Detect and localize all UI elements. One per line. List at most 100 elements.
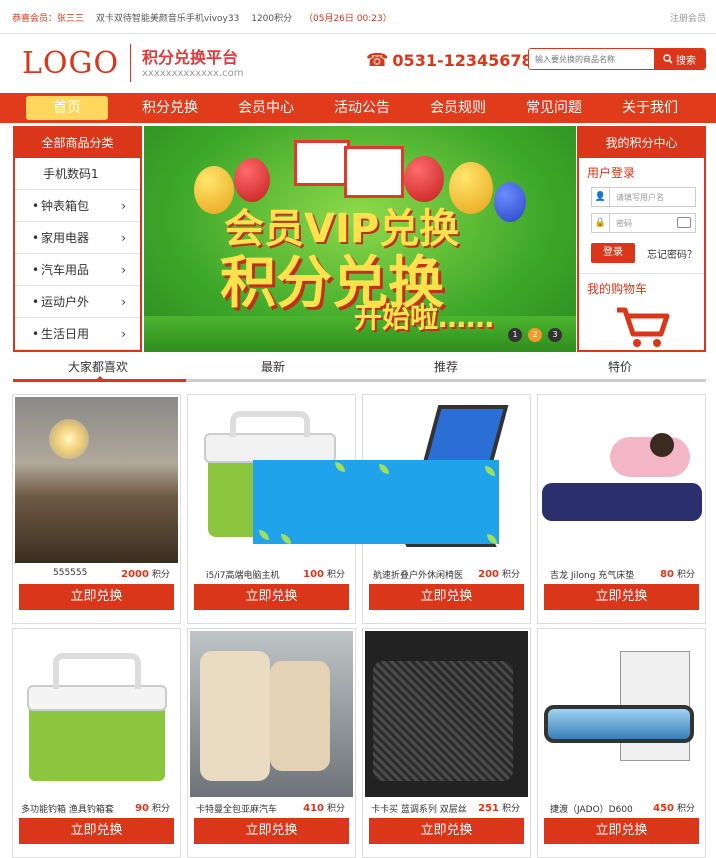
member-panel: 我的积分中心 用户登录 👤 请填写用户名 🔒 密码 登录 忘记密码？ 我的购物车	[577, 126, 706, 352]
tab-special[interactable]: 特价	[608, 358, 632, 375]
password-field[interactable]: 🔒 密码	[591, 213, 696, 233]
top-bar: 恭喜会员：张三三 双卡双待智能美颜音乐手机vivoy33 1200积分 （05月…	[0, 0, 716, 34]
site-domain: xxxxxxxxxxxxx.com	[142, 68, 244, 79]
latest-exchange-points: 1200积分	[251, 14, 293, 24]
product-image[interactable]	[365, 631, 528, 797]
exchange-button[interactable]: 立即兑换	[544, 584, 699, 610]
phone-icon: ☎	[366, 50, 389, 71]
exchange-button[interactable]: 立即兑换	[194, 584, 349, 610]
product-points: 100 积分	[303, 569, 345, 580]
nav-member-rules[interactable]: 会员规则	[410, 93, 506, 123]
product-name[interactable]: 卡卡买 蓝调系列 双层丝	[371, 802, 479, 815]
search-input[interactable]	[529, 49, 654, 69]
product-card[interactable]: 捷渡（JADO）D600 450 积分 立即兑换	[537, 628, 706, 858]
category-item[interactable]: • 钟表箱包 ›	[15, 190, 140, 222]
exchange-button[interactable]: 立即兑换	[369, 584, 524, 610]
product-points: 80 积分	[660, 569, 695, 580]
floating-ad-overlay[interactable]	[253, 460, 499, 544]
product-name[interactable]: 捷渡（JADO）D600	[550, 802, 658, 815]
tab-newest[interactable]: 最新	[261, 358, 285, 375]
chevron-right-icon: ›	[121, 231, 126, 245]
category-title: 全部商品分类	[15, 128, 140, 158]
username-field[interactable]: 👤 请填写用户名	[591, 187, 696, 207]
nav-announcements[interactable]: 活动公告	[314, 93, 410, 123]
product-points: 90 积分	[135, 803, 170, 814]
category-item[interactable]: • 生活日用 ›	[15, 318, 140, 350]
product-card[interactable]: 吉龙 Jilong 充气床垫 80 积分 立即兑换	[537, 394, 706, 624]
product-name[interactable]: 航速折叠户外休闲椅医	[373, 568, 481, 581]
carousel-dot-active[interactable]: 2	[528, 328, 542, 342]
exchange-button[interactable]: 立即兑换	[544, 818, 699, 844]
member-title: 我的积分中心	[579, 128, 704, 158]
login-title: 用户登录	[587, 166, 636, 180]
leaf-decoration	[487, 534, 497, 544]
product-name[interactable]: 吉龙 Jilong 充气床垫	[550, 568, 658, 581]
product-image[interactable]	[15, 397, 178, 563]
exchange-button[interactable]: 立即兑换	[369, 818, 524, 844]
category-item[interactable]: • 运动户外 ›	[15, 286, 140, 318]
chevron-right-icon: ›	[121, 199, 126, 213]
product-points: 200 积分	[478, 569, 520, 580]
product-card[interactable]: 555555 2000 积分 立即兑换	[12, 394, 181, 624]
keyboard-icon[interactable]	[677, 217, 691, 228]
product-name[interactable]: 多功能钓箱 渔具钓箱套	[21, 802, 129, 815]
exchange-button[interactable]: 立即兑换	[194, 818, 349, 844]
promo-banner[interactable]: 会员VIP兑换 积分兑换 开始啦…… 1 2 3	[144, 126, 576, 352]
cart-title[interactable]: 我的购物车	[579, 273, 704, 297]
chevron-right-icon: ›	[121, 263, 126, 277]
exchange-button[interactable]: 立即兑换	[19, 818, 174, 844]
user-icon: 👤	[592, 188, 610, 206]
logo[interactable]: LOGO	[22, 46, 119, 81]
latest-exchange-product[interactable]: 双卡双待智能美颜音乐手机vivoy33	[96, 14, 239, 24]
bullet-icon: •	[32, 231, 40, 245]
product-tabs: 大家都喜欢 最新 推荐 特价	[13, 358, 706, 382]
tabs-underline	[13, 379, 706, 382]
site-title: 积分兑换平台	[142, 48, 239, 67]
nav-points-exchange[interactable]: 积分兑换	[122, 93, 218, 123]
product-image[interactable]	[190, 631, 353, 797]
nav-about[interactable]: 关于我们	[602, 93, 698, 123]
exchange-button[interactable]: 立即兑换	[19, 584, 174, 610]
product-name[interactable]: 卡特曼全包亚麻汽车	[196, 802, 304, 815]
category-item[interactable]: 手机数码1	[15, 158, 140, 190]
product-card[interactable]: 卡卡买 蓝调系列 双层丝 251 积分 立即兑换	[362, 628, 531, 858]
category-panel: 全部商品分类 手机数码1 • 钟表箱包 › • 家用电器 › • 汽车用品 › • 运动户外 ›…	[13, 126, 142, 352]
carousel-dot[interactable]: 3	[548, 328, 562, 342]
product-card[interactable]: 多功能钓箱 渔具钓箱套 90 积分 立即兑换	[12, 628, 181, 858]
search-icon	[663, 54, 673, 64]
register-link[interactable]: 注册会员	[670, 11, 706, 24]
greeting: 恭喜会员：张三三	[12, 14, 85, 24]
carousel-dot[interactable]: 1	[508, 328, 522, 342]
phone-number: 0531-12345678	[392, 51, 533, 70]
header: LOGO 积分兑换平台 xxxxxxxxxxxxx.com ☎ 0531-1234…	[0, 34, 716, 93]
category-item[interactable]: • 汽车用品 ›	[15, 254, 140, 286]
leaf-decoration	[281, 534, 291, 544]
nav-member-center[interactable]: 会员中心	[218, 93, 314, 123]
category-item[interactable]: • 家用电器 ›	[15, 222, 140, 254]
product-image[interactable]	[540, 631, 703, 797]
shopping-cart-icon[interactable]	[615, 306, 671, 348]
product-points: 410 积分	[303, 803, 345, 814]
nav-faq[interactable]: 常见问题	[506, 93, 602, 123]
hotline: ☎ 0531-12345678	[366, 50, 533, 71]
product-points: 251 积分	[478, 803, 520, 814]
search-button-label: 搜索	[676, 55, 696, 67]
tab-recommended[interactable]: 推荐	[434, 358, 458, 375]
nav-home[interactable]: 首页	[26, 96, 108, 120]
product-image[interactable]	[540, 397, 703, 563]
product-card[interactable]: 卡特曼全包亚麻汽车 410 积分 立即兑换	[187, 628, 356, 858]
latest-exchange-date: （05月26日 00:23）	[304, 14, 392, 24]
leaf-decoration	[379, 464, 389, 474]
bullet-icon: •	[32, 263, 40, 277]
product-name[interactable]: i5/i7高端电脑主机	[206, 568, 314, 581]
search-button[interactable]: 搜索	[654, 49, 705, 69]
chevron-right-icon: ›	[121, 327, 126, 341]
bullet-icon: •	[32, 295, 40, 309]
tab-popular[interactable]: 大家都喜欢	[68, 358, 128, 375]
forgot-password-link[interactable]: 忘记密码？	[647, 246, 697, 261]
leaf-decoration	[335, 462, 345, 472]
gift-box-image	[294, 140, 350, 186]
login-button[interactable]: 登录	[591, 243, 635, 263]
product-image[interactable]	[15, 631, 178, 797]
main-nav: 首页 积分兑换 会员中心 活动公告 会员规则 常见问题 关于我们	[0, 93, 716, 123]
